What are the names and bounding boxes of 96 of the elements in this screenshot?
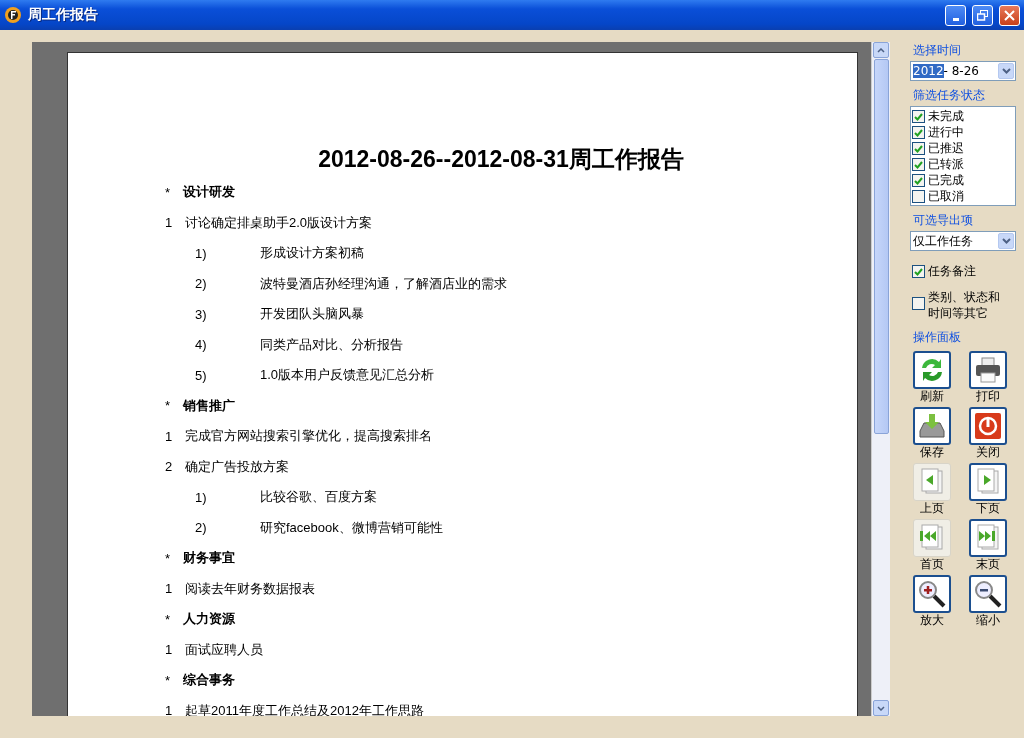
close-icon [1004, 9, 1015, 21]
task-text: 讨论确定排桌助手2.0版设计方案 [185, 213, 373, 232]
task-text: 阅读去年财务数据报表 [185, 579, 315, 598]
subitem-number: 4) [195, 337, 208, 353]
section-heading: 财务事宜 [183, 549, 235, 568]
toolbar-button[interactable] [969, 407, 1007, 445]
toolbar-button[interactable] [969, 575, 1007, 613]
button-label: 缩小 [976, 613, 1000, 628]
section-heading: 人力资源 [183, 610, 235, 629]
item-number: 1 [165, 703, 174, 716]
checkbox[interactable] [912, 190, 925, 203]
checkbox[interactable] [912, 126, 925, 139]
minimize-button[interactable] [945, 4, 966, 26]
subtask-text: 比较谷歌、百度方案 [260, 488, 377, 507]
close-button[interactable] [999, 4, 1020, 26]
toolbar-button[interactable] [969, 351, 1007, 389]
status-option[interactable]: 已推迟 [912, 140, 1014, 156]
report-title: 2012-08-26--2012-08-31周工作报告 [317, 145, 685, 173]
window-title: 周工作报告 [28, 6, 99, 24]
subitem-number: 1) [195, 245, 208, 261]
task-text: 起草2011年度工作总结及2012年工作思路 [185, 701, 424, 716]
subtask-text: 波特曼酒店孙经理沟通，了解酒店业的需求 [260, 274, 507, 293]
printer-icon [973, 355, 1003, 385]
status-option[interactable]: 已取消 [912, 188, 1014, 204]
bullet-marker: * [165, 550, 172, 566]
toolbar-button[interactable] [913, 407, 951, 445]
bullet-marker: * [165, 672, 172, 688]
subtask-text: 形成设计方案初稿 [260, 244, 364, 263]
subtask-text: 同类产品对比、分析报告 [260, 335, 403, 354]
zoom-in-icon [917, 579, 947, 609]
button-label: 保存 [920, 445, 944, 460]
toolbar-button[interactable] [969, 519, 1007, 557]
download-drive-icon [917, 411, 947, 441]
status-option[interactable]: 已完成 [912, 172, 1014, 188]
checkbox[interactable] [912, 265, 925, 278]
item-number: 1 [165, 581, 174, 597]
export-select[interactable]: 仅工作任务 [910, 231, 1016, 251]
section-label: 筛选任务状态 [913, 87, 986, 103]
scroll-thumb[interactable] [873, 59, 889, 434]
item-number: 1 [165, 642, 174, 658]
button-label: 下页 [976, 501, 1000, 516]
scroll-up-icon[interactable] [873, 42, 890, 58]
item-number: 1 [165, 428, 174, 444]
vertical-scrollbar[interactable] [871, 42, 890, 716]
task-text: 确定广告投放方案 [185, 457, 289, 476]
scroll-down-icon[interactable] [873, 700, 890, 716]
app-logo-icon [4, 6, 22, 24]
section-label: 操作面板 [913, 329, 962, 345]
section-heading: 销售推广 [183, 396, 235, 415]
power-icon [973, 411, 1003, 441]
checkbox[interactable] [912, 174, 925, 187]
section-heading: 设计研发 [183, 183, 235, 202]
task-text: 完成官方网站搜索引擎优化，提高搜索排名 [185, 427, 432, 446]
dropdown-icon[interactable] [998, 63, 1014, 79]
checkbox[interactable] [912, 297, 925, 310]
button-label: 首页 [920, 557, 944, 572]
bullet-marker: * [165, 184, 172, 200]
zoom-out-icon [973, 579, 1003, 609]
button-label: 末页 [976, 557, 1000, 572]
subitem-number: 2) [195, 520, 208, 536]
section-label: 选择时间 [913, 42, 962, 58]
button-label: 打印 [976, 389, 1000, 404]
export-option[interactable]: 任务备注 [912, 263, 1022, 279]
restore-icon [977, 9, 988, 21]
status-option[interactable]: 进行中 [912, 124, 1014, 140]
toolbar-button[interactable] [913, 351, 951, 389]
toolbar-button[interactable] [969, 463, 1007, 501]
task-text: 面试应聘人员 [185, 640, 263, 659]
item-number: 2 [165, 459, 174, 475]
minimize-icon [952, 17, 959, 21]
button-label: 放大 [920, 613, 944, 628]
date-picker[interactable]: 2012- 8-26 [910, 61, 1016, 81]
checkbox[interactable] [912, 158, 925, 171]
toolbar-button[interactable] [913, 575, 951, 613]
subitem-number: 1) [195, 489, 208, 505]
dropdown-icon[interactable] [998, 233, 1014, 249]
subtask-text: 1.0版本用户反馈意见汇总分析 [260, 366, 435, 385]
item-number: 1 [165, 215, 174, 231]
button-label: 关闭 [976, 445, 1000, 460]
checkbox[interactable] [912, 142, 925, 155]
subitem-number: 3) [195, 306, 208, 322]
export-option[interactable]: 类别、状态和时间等其它 [912, 289, 1022, 321]
button-label: 上页 [920, 501, 944, 516]
section-heading: 综合事务 [183, 671, 235, 690]
section-label: 可选导出项 [913, 212, 974, 228]
restore-button[interactable] [972, 4, 993, 26]
bullet-marker: * [165, 611, 172, 627]
subtask-text: 开发团队头脑风暴 [260, 305, 364, 324]
bullet-marker: * [165, 398, 172, 414]
checkbox[interactable] [912, 110, 925, 123]
status-option[interactable]: 未完成 [912, 108, 1014, 124]
button-label: 刷新 [920, 389, 944, 404]
status-option[interactable]: 已转派 [912, 156, 1014, 172]
subtask-text: 研究facebook、微博营销可能性 [260, 518, 443, 537]
subitem-number: 2) [195, 276, 208, 292]
subitem-number: 5) [195, 367, 208, 383]
